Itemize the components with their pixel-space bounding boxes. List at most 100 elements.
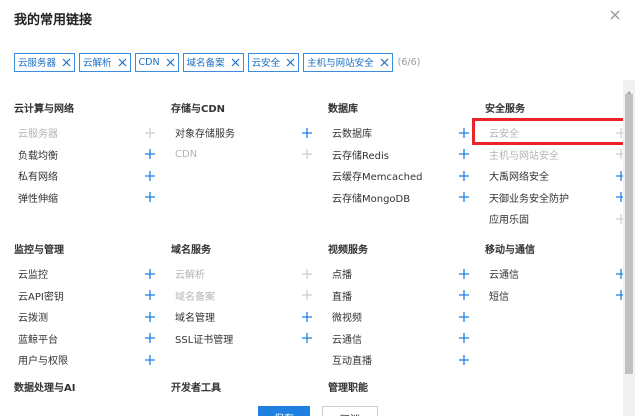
chip-cvm[interactable]: 云服务器 — [14, 52, 76, 72]
link-item[interactable]: CDN — [171, 144, 317, 166]
link-item[interactable]: 天御业务安全防护 — [485, 187, 631, 209]
link-item[interactable]: SSL证书管理 — [171, 328, 317, 350]
add-icon[interactable] — [301, 127, 313, 139]
chip-dns[interactable]: 云解析 — [79, 52, 131, 72]
remove-icon[interactable] — [286, 58, 295, 67]
add-icon[interactable] — [458, 170, 470, 182]
close-icon[interactable] — [608, 8, 622, 22]
link-item[interactable]: 短信 — [485, 285, 631, 307]
link-label: 云数据库 — [332, 129, 372, 141]
add-icon[interactable] — [144, 289, 156, 301]
link-item[interactable]: 域名备案 — [171, 285, 317, 307]
link-item[interactable]: 应用乐固 — [485, 208, 631, 230]
link-item[interactable]: 云解析 — [171, 263, 317, 285]
link-item[interactable]: 负载均衡 — [14, 144, 160, 166]
link-item[interactable]: 云存储Redis — [328, 144, 474, 166]
link-label: 云API密钥 — [18, 291, 64, 303]
link-item[interactable]: 弹性伸缩 — [14, 187, 160, 209]
add-icon[interactable] — [301, 289, 313, 301]
chip-label: 主机与网站安全 — [307, 58, 374, 69]
section-title: 监控与管理 — [14, 245, 64, 256]
add-icon[interactable] — [458, 311, 470, 323]
link-item[interactable]: 云存储MongoDB — [328, 187, 474, 209]
remove-icon[interactable] — [118, 58, 127, 67]
link-item[interactable]: 域名管理 — [171, 306, 317, 328]
selected-count: (6/6) — [397, 56, 421, 68]
selected-links: 云服务器 云解析 CDN 域名备案 云安全 主机与网站安全 (6/6) — [14, 52, 420, 72]
section-domain: 域名服务 云解析 域名备案 域名管理 SSL证书管理 — [171, 241, 317, 349]
link-label: 云拨测 — [18, 313, 48, 325]
add-icon[interactable] — [458, 332, 470, 344]
add-icon[interactable] — [144, 170, 156, 182]
section-title: 视频服务 — [328, 245, 368, 256]
link-item[interactable]: 蓝鲸平台 — [14, 328, 160, 350]
link-item[interactable]: 微视频 — [328, 306, 474, 328]
remove-icon[interactable] — [380, 58, 389, 67]
save-button[interactable]: 保存 — [258, 406, 310, 416]
section-title-dev-tools: 开发者工具 — [171, 383, 221, 394]
links-dialog: 我的常用链接 云服务器 云解析 CDN 域名备案 云安全 主机与网站安全 (6/… — [0, 0, 640, 416]
add-icon[interactable] — [144, 191, 156, 203]
link-item[interactable]: 云API密钥 — [14, 285, 160, 307]
scroll-up-icon[interactable] — [625, 82, 633, 95]
add-icon[interactable] — [301, 311, 313, 323]
link-label: SSL证书管理 — [175, 334, 234, 346]
section-storage-cdn: 存储与CDN 对象存储服务 CDN — [171, 100, 317, 165]
link-label: CDN — [175, 148, 198, 160]
link-item[interactable]: 云监控 — [14, 263, 160, 285]
link-item[interactable]: 用户与权限 — [14, 349, 160, 371]
link-item[interactable]: 云拨测 — [14, 306, 160, 328]
add-icon[interactable] — [301, 268, 313, 280]
add-icon[interactable] — [458, 268, 470, 280]
chip-cloud-security[interactable]: 云安全 — [247, 52, 300, 72]
scrollbar[interactable] — [623, 80, 635, 416]
link-label: 云缓存Memcached — [332, 172, 423, 184]
chip-label: CDN — [138, 56, 160, 68]
link-label: 短信 — [489, 291, 509, 303]
link-item[interactable]: 点播 — [328, 263, 474, 285]
chip-cdn[interactable]: CDN — [134, 52, 179, 72]
section-title-data-ai: 数据处理与AI — [14, 383, 76, 394]
link-item[interactable]: 互动直播 — [328, 349, 474, 371]
link-label: 云解析 — [175, 270, 205, 282]
section-compute-network: 云计算与网络 云服务器 负载均衡 私有网络 弹性伸缩 — [14, 100, 160, 208]
link-item[interactable]: 主机与网站安全 — [485, 144, 631, 166]
add-icon[interactable] — [144, 268, 156, 280]
section-mobile-comm: 移动与通信 云通信 短信 — [485, 241, 631, 306]
dialog-footer: 保存 取消 — [0, 402, 640, 416]
add-icon[interactable] — [144, 332, 156, 344]
link-item[interactable]: 云通信 — [485, 263, 631, 285]
cancel-button[interactable]: 取消 — [322, 406, 378, 416]
add-icon[interactable] — [144, 354, 156, 366]
add-icon[interactable] — [458, 354, 470, 366]
section-title: 存储与CDN — [171, 104, 226, 115]
link-label: 互动直播 — [332, 356, 372, 368]
add-icon[interactable] — [458, 127, 470, 139]
link-item[interactable]: 云通信 — [328, 328, 474, 350]
add-icon[interactable] — [458, 191, 470, 203]
chip-icp[interactable]: 域名备案 — [182, 52, 244, 72]
link-item[interactable]: 云数据库 — [328, 122, 474, 144]
remove-icon[interactable] — [62, 58, 71, 67]
link-label: 云通信 — [489, 270, 519, 282]
link-item[interactable]: 大禹网络安全 — [485, 165, 631, 187]
add-icon[interactable] — [144, 148, 156, 160]
remove-icon[interactable] — [166, 58, 175, 67]
add-icon[interactable] — [458, 148, 470, 160]
add-icon[interactable] — [144, 127, 156, 139]
chip-label: 云服务器 — [18, 58, 57, 69]
add-icon[interactable] — [144, 311, 156, 323]
link-item[interactable]: 云服务器 — [14, 122, 160, 144]
scrollbar-thumb[interactable] — [625, 94, 633, 374]
link-item[interactable]: 私有网络 — [14, 165, 160, 187]
add-icon[interactable] — [301, 148, 313, 160]
link-item[interactable]: 云缓存Memcached — [328, 165, 474, 187]
link-item[interactable]: 直播 — [328, 285, 474, 307]
link-label: 云存储MongoDB — [332, 193, 411, 205]
link-label: 云服务器 — [18, 129, 58, 141]
link-item[interactable]: 对象存储服务 — [171, 122, 317, 144]
chip-host-security[interactable]: 主机与网站安全 — [303, 52, 393, 72]
add-icon[interactable] — [301, 332, 313, 344]
remove-icon[interactable] — [231, 58, 240, 67]
add-icon[interactable] — [458, 289, 470, 301]
